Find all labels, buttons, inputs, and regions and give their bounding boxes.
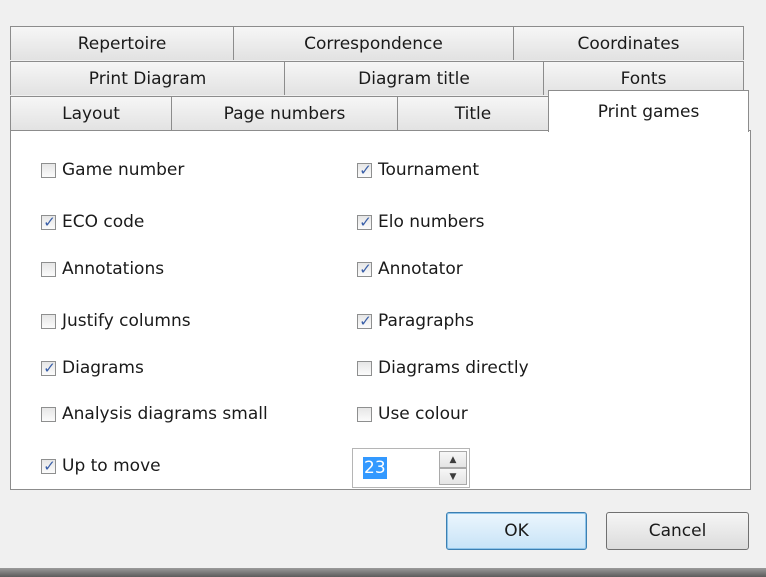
cancel-button-label: Cancel <box>648 521 707 541</box>
checkbox-box[interactable] <box>41 162 56 178</box>
checkbox-eco-code[interactable]: ✓ ECO code <box>41 212 144 232</box>
checkbox-box[interactable] <box>41 313 56 329</box>
tab-layout[interactable]: Layout <box>10 96 172 131</box>
checkbox-box[interactable]: ✓ <box>357 259 372 278</box>
checkbox-analysis-diagrams-small[interactable]: Analysis diagrams small <box>41 404 268 424</box>
checkbox-diagrams-directly[interactable]: Diagrams directly <box>357 358 529 378</box>
checkbox-box[interactable] <box>357 360 372 376</box>
tab-print-games[interactable]: Print games <box>548 90 749 132</box>
checkbox-tournament[interactable]: ✓ Tournament <box>357 160 479 180</box>
tab-coordinates[interactable]: Coordinates <box>513 26 744 60</box>
checkbox-diagrams[interactable]: ✓ Diagrams <box>41 358 144 378</box>
tab-page-numbers[interactable]: Page numbers <box>171 96 398 131</box>
ok-button-label: OK <box>504 521 529 541</box>
checkmark-icon: ✓ <box>359 160 372 179</box>
checkbox-annotations[interactable]: Annotations <box>41 259 164 279</box>
checkbox-label: Annotations <box>62 259 165 279</box>
checkbox-paragraphs[interactable]: ✓ Paragraphs <box>357 311 474 331</box>
checkmark-icon: ✓ <box>43 358 56 377</box>
checkbox-box[interactable] <box>41 406 56 422</box>
checkbox-box[interactable]: ✓ <box>357 160 372 179</box>
checkbox-label: Elo numbers <box>378 212 485 232</box>
checkbox-box[interactable]: ✓ <box>41 456 56 475</box>
checkbox-box[interactable] <box>41 261 56 277</box>
checkbox-box[interactable]: ✓ <box>357 212 372 231</box>
checkbox-box[interactable] <box>357 406 372 422</box>
checkbox-box[interactable]: ✓ <box>357 311 372 330</box>
checkbox-label: Annotator <box>378 259 463 279</box>
checkbox-label: Game number <box>62 160 185 180</box>
checkbox-label: Paragraphs <box>378 311 474 331</box>
checkmark-icon: ✓ <box>359 212 372 231</box>
checkbox-box[interactable]: ✓ <box>41 212 56 231</box>
tab-title[interactable]: Title <box>397 96 549 131</box>
checkbox-up-to-move[interactable]: ✓ Up to move <box>41 456 161 476</box>
spin-down-icon[interactable]: ▼ <box>439 468 467 485</box>
checkbox-label: ECO code <box>62 212 145 232</box>
checkbox-elo-numbers[interactable]: ✓ Elo numbers <box>357 212 484 232</box>
checkbox-label: Up to move <box>62 456 161 476</box>
checkbox-label: Analysis diagrams small <box>62 404 268 424</box>
checkbox-label: Diagrams <box>62 358 144 378</box>
checkbox-box[interactable]: ✓ <box>41 358 56 377</box>
tab-correspondence[interactable]: Correspondence <box>233 26 514 60</box>
print-games-panel <box>10 130 751 490</box>
checkmark-icon: ✓ <box>43 456 56 475</box>
checkbox-label: Use colour <box>378 404 468 424</box>
move-number-spinner[interactable]: 23 ▲ ▼ <box>352 448 470 488</box>
tab-print-diagram[interactable]: Print Diagram <box>10 61 285 95</box>
cancel-button[interactable]: Cancel <box>606 512 749 550</box>
checkmark-icon: ✓ <box>359 311 372 330</box>
checkbox-use-colour[interactable]: Use colour <box>357 404 468 424</box>
checkmark-icon: ✓ <box>43 212 56 231</box>
checkbox-annotator[interactable]: ✓ Annotator <box>357 259 463 279</box>
checkmark-icon: ✓ <box>359 259 372 278</box>
tab-diagram-title[interactable]: Diagram title <box>284 61 544 95</box>
tab-repertoire[interactable]: Repertoire <box>10 26 234 60</box>
checkbox-label: Justify columns <box>62 311 191 331</box>
spin-up-icon[interactable]: ▲ <box>439 451 467 468</box>
checkbox-justify-columns[interactable]: Justify columns <box>41 311 191 331</box>
checkbox-game-number[interactable]: Game number <box>41 160 184 180</box>
window-bottom-edge <box>0 568 766 577</box>
checkbox-label: Tournament <box>378 160 480 180</box>
ok-button[interactable]: OK <box>446 512 587 550</box>
move-number-value[interactable]: 23 <box>363 457 387 479</box>
checkbox-label: Diagrams directly <box>378 358 529 378</box>
